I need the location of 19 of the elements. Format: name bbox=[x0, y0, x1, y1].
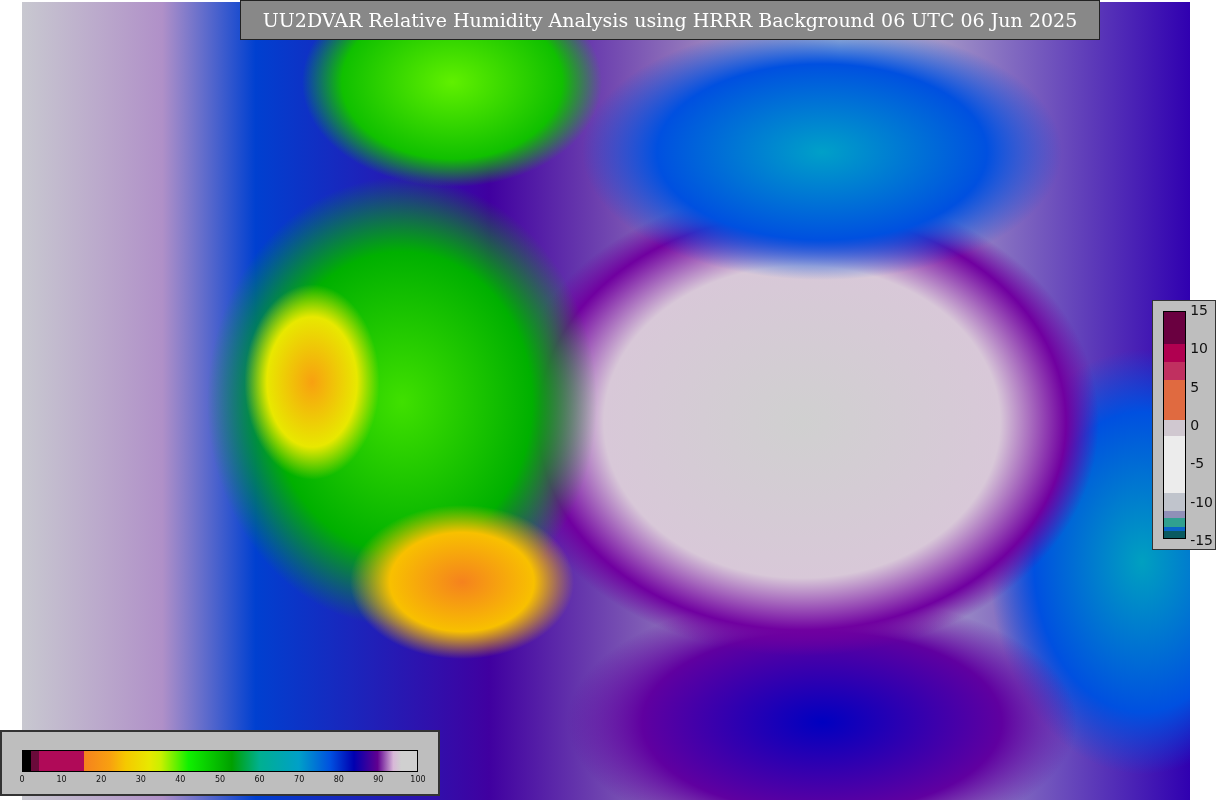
tick-label: 10 bbox=[55, 775, 68, 784]
tick-label: 0 bbox=[18, 775, 26, 784]
tick-label: 50 bbox=[213, 775, 227, 784]
tick-label: 100 bbox=[409, 775, 426, 784]
tick-label: 70 bbox=[293, 775, 306, 784]
tick-label: 10 bbox=[1190, 340, 1209, 357]
tick-label: -10 bbox=[1190, 493, 1213, 510]
tick-label: 0 bbox=[1190, 417, 1201, 433]
tick-label: 80 bbox=[332, 775, 345, 784]
map-title: UU2DVAR Relative Humidity Analysis using HRRR Background 06 UTC 06 Jun 2025 bbox=[240, 0, 1100, 40]
tick-label: 60 bbox=[253, 775, 266, 784]
tick-label: 5 bbox=[1190, 378, 1201, 395]
tick-label: 30 bbox=[134, 775, 147, 784]
tick-label: 90 bbox=[372, 775, 385, 784]
tick-label: 20 bbox=[95, 775, 108, 784]
tick-label: -5 bbox=[1190, 455, 1206, 472]
tick-label: -15 bbox=[1190, 531, 1213, 548]
tick-label: 15 bbox=[1190, 302, 1209, 318]
tick-label: 40 bbox=[174, 775, 187, 784]
